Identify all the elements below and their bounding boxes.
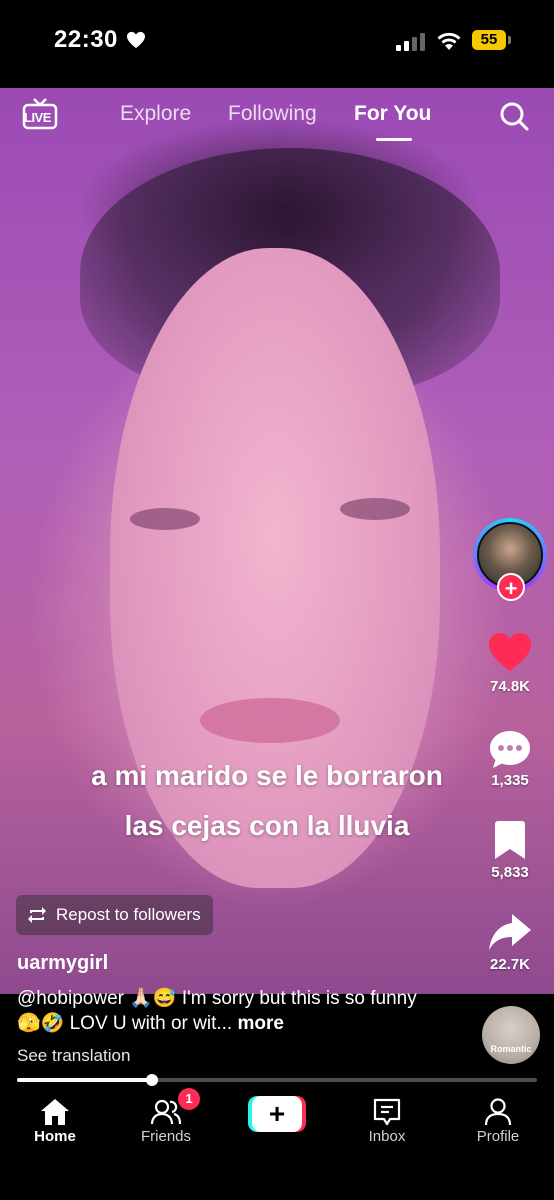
repost-label: Repost to followers — [56, 905, 201, 924]
like-heart-icon[interactable] — [486, 630, 534, 674]
wifi-icon — [437, 32, 461, 50]
plus-icon: + — [252, 1096, 302, 1132]
live-label: LIVE — [24, 110, 51, 125]
repost-button[interactable]: Repost to followers — [16, 895, 213, 935]
progress-fill — [17, 1078, 152, 1082]
battery-indicator: 55 — [472, 30, 506, 50]
tab-explore[interactable]: Explore — [120, 102, 191, 126]
progress-scrubber[interactable] — [146, 1074, 158, 1086]
video-face — [110, 248, 440, 888]
battery-tip — [508, 36, 511, 44]
bookmark-icon[interactable] — [486, 818, 534, 862]
search-icon[interactable] — [498, 100, 530, 132]
create-button[interactable]: + — [248, 1096, 306, 1132]
tab-inbox-label: Inbox — [368, 1128, 406, 1145]
live-button[interactable]: LIVE — [22, 98, 58, 130]
tab-friends-label: Friends — [140, 1128, 192, 1145]
video-eye-right — [340, 498, 410, 520]
repost-icon — [28, 907, 46, 923]
video-caption-line-2: las cejas con la lluvia — [124, 810, 410, 841]
comment-count: 1,335 — [491, 772, 529, 789]
active-tab-underline — [376, 138, 412, 141]
tab-for-you[interactable]: For You — [354, 102, 431, 126]
status-time: 22:30 — [54, 26, 118, 53]
see-translation-link[interactable]: See translation — [17, 1046, 130, 1066]
status-bar: 22:30 55 — [0, 0, 554, 88]
bottom-tab-bar: Home 1 Friends + Inbox Profile — [0, 1088, 554, 1200]
top-nav: LIVE Explore Following For You — [0, 88, 554, 150]
profile-icon — [484, 1098, 512, 1126]
like-count: 74.8K — [489, 678, 531, 695]
more-link[interactable]: more — [237, 1013, 283, 1034]
signal-icon — [396, 33, 425, 51]
video-player[interactable] — [0, 88, 554, 994]
follow-button[interactable]: + — [497, 573, 525, 601]
inbox-icon — [373, 1098, 401, 1126]
post-description[interactable]: @hobipower 🙏🏻😅 I'm sorry but this is so … — [17, 986, 437, 1036]
creator-username[interactable]: uarmygirl — [17, 952, 108, 975]
friends-badge: 1 — [178, 1088, 200, 1110]
video-lips — [200, 698, 340, 743]
heart-status-icon — [127, 31, 145, 49]
save-count: 5,833 — [491, 864, 529, 881]
tab-home-label: Home — [34, 1128, 76, 1145]
music-label: Romantic — [490, 1044, 532, 1054]
video-eye-left — [130, 508, 200, 530]
comment-icon[interactable] — [486, 728, 534, 772]
tab-following[interactable]: Following — [228, 102, 317, 126]
home-icon — [41, 1099, 69, 1125]
share-arrow-icon[interactable] — [486, 910, 534, 954]
music-disc[interactable]: Romantic — [482, 1006, 540, 1064]
video-caption-line-1: a mi marido se le borraron — [91, 760, 443, 791]
post-description-text: @hobipower 🙏🏻😅 I'm sorry but this is so … — [17, 988, 417, 1034]
share-count: 22.7K — [489, 956, 531, 973]
tab-profile-label: Profile — [476, 1128, 520, 1145]
